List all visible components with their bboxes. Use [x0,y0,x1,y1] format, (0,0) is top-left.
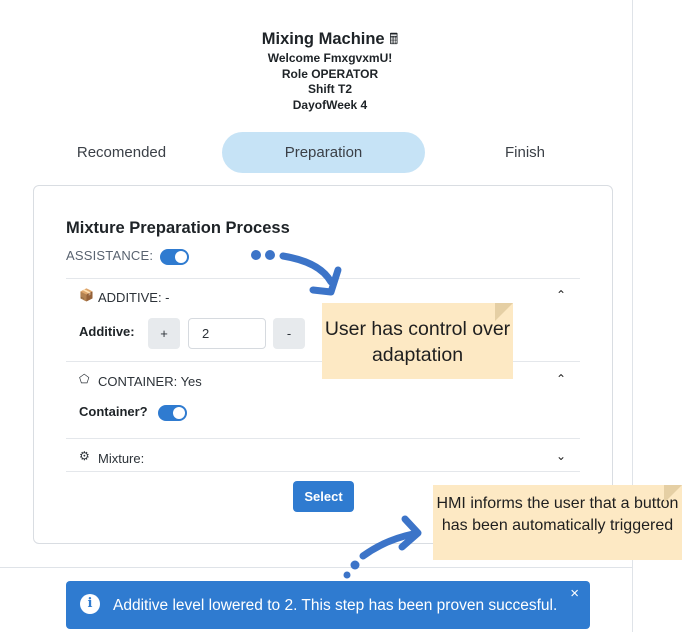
arrow-to-select-button [343,515,422,579]
arrow-to-control-callout [251,250,342,296]
annotation-arrows [251,250,422,579]
